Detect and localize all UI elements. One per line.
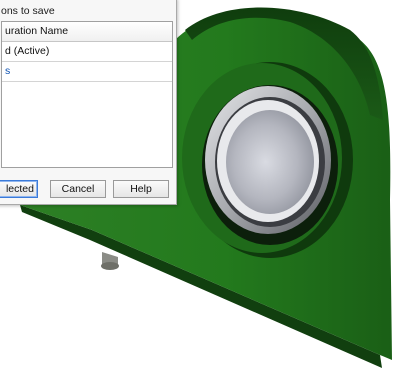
configuration-row-label: d (Active) [5, 45, 50, 57]
configurations-to-save-dialog: ons to save uration Name d (Active) s le… [0, 0, 177, 205]
dialog-heading: ons to save [1, 5, 55, 17]
configuration-row[interactable]: s [2, 62, 172, 82]
bearing-bore-shape [226, 110, 314, 214]
bolt-end-shape [101, 262, 119, 270]
cancel-button[interactable]: Cancel [50, 180, 106, 198]
configuration-row-label: s [5, 65, 11, 77]
save-selected-button[interactable]: lected [0, 180, 38, 198]
configuration-row[interactable]: d (Active) [2, 42, 172, 62]
configuration-list[interactable]: uration Name d (Active) s [1, 21, 173, 168]
help-button[interactable]: Help [113, 180, 169, 198]
configuration-name-column-header[interactable]: uration Name [2, 22, 172, 42]
